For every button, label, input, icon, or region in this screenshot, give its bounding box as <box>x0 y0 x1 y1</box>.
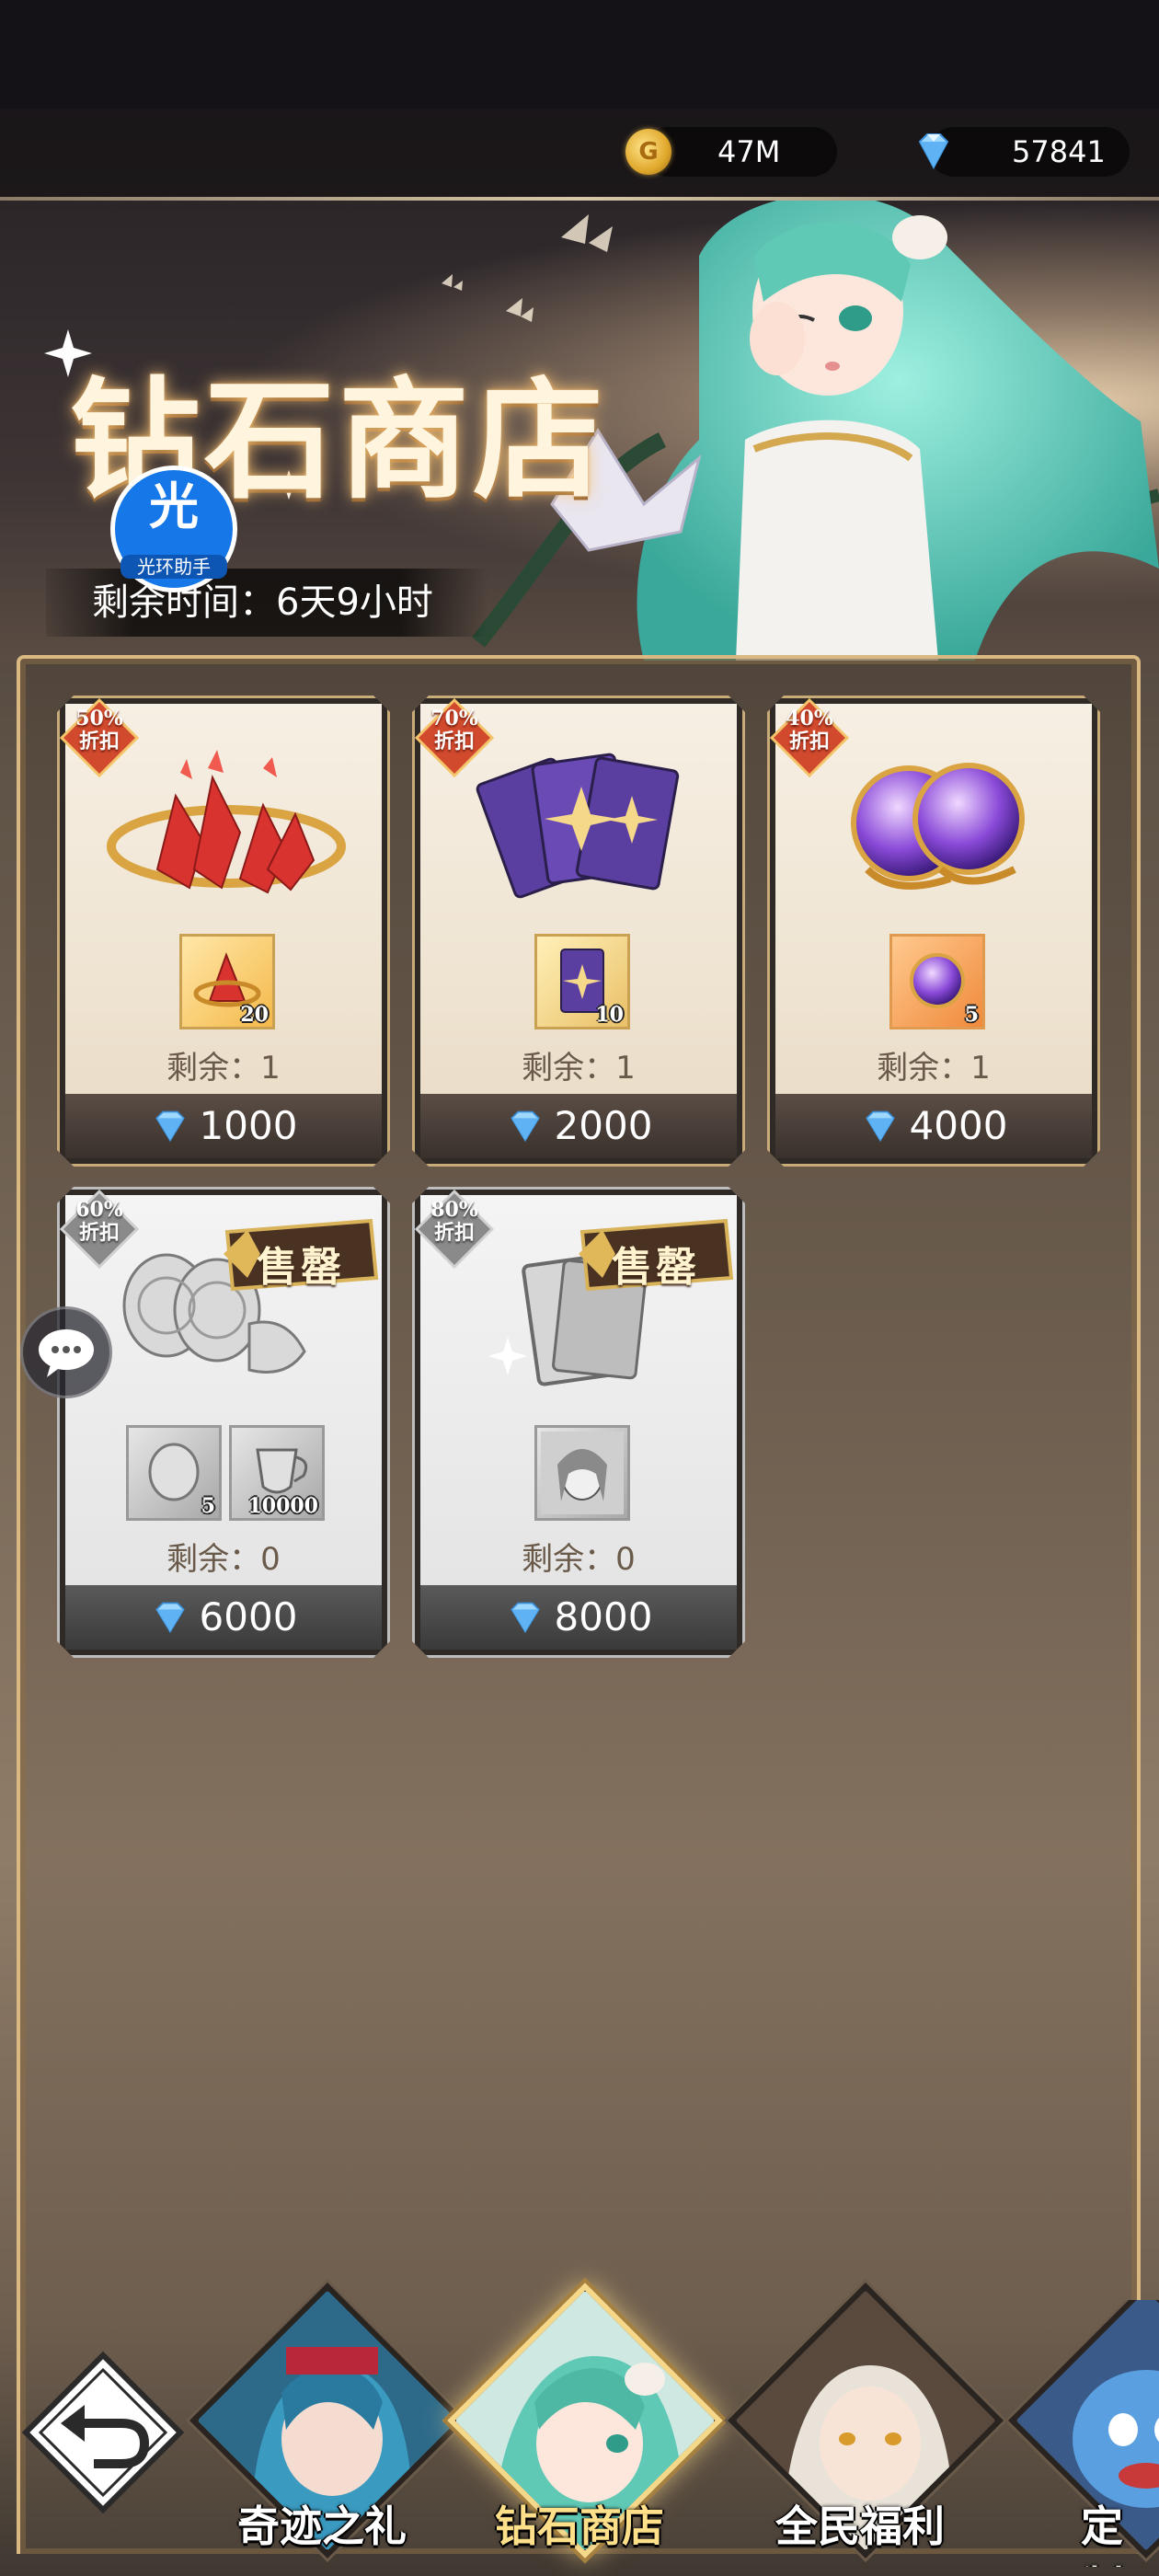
discount-percent: 70% <box>430 707 478 730</box>
chat-button[interactable] <box>20 1306 112 1398</box>
remaining-time: 剩余时间：6天9小时 <box>46 569 488 637</box>
item-slot[interactable]: 10 <box>534 934 630 1029</box>
price-button[interactable]: 1000 <box>65 1094 382 1158</box>
back-button[interactable] <box>20 2350 186 2515</box>
diamond-counter[interactable]: 57841 <box>918 127 1130 177</box>
sold-out-stamp: 售罄 <box>579 1213 735 1296</box>
discount-badge: 40% 折扣 <box>770 698 849 777</box>
tab-welfare[interactable]: 全民福利 <box>727 2283 1004 2567</box>
discount-label: 折扣 <box>78 1221 120 1245</box>
diamond-icon <box>150 1109 190 1144</box>
hero-portrait-icon <box>537 1428 627 1518</box>
price-button[interactable]: 2000 <box>420 1094 737 1158</box>
remaining-count: 剩余：0 <box>522 1541 636 1578</box>
discount-label: 折扣 <box>78 730 120 753</box>
item-quantity: 5 <box>964 1003 979 1027</box>
item-slot[interactable]: 10000 <box>229 1425 325 1521</box>
item-slot[interactable]: 5 <box>889 934 985 1029</box>
sold-out-label: 售罄 <box>612 1244 700 1291</box>
remaining-count: 剩余：1 <box>522 1050 636 1087</box>
assistant-glyph: 光 <box>149 477 199 535</box>
item-slot[interactable] <box>534 1425 630 1521</box>
discount-percent: 40% <box>786 707 833 730</box>
discount-label: 折扣 <box>433 1221 475 1245</box>
price-amount: 4000 <box>909 1103 1008 1148</box>
assistant-label: 光环助手 <box>120 555 227 579</box>
remaining-count: 剩余：1 <box>166 1050 281 1087</box>
diamond-icon <box>918 133 949 170</box>
price-amount: 2000 <box>554 1103 653 1148</box>
discount-percent: 60% <box>75 1198 123 1222</box>
back-arrow-icon <box>21 2351 185 2514</box>
discount-percent: 80% <box>430 1198 478 1222</box>
red-crystal-bundle-art <box>102 731 350 906</box>
discount-label: 折扣 <box>433 730 475 753</box>
purple-orb-art <box>812 731 1061 906</box>
tab-diamond-shop[interactable]: 钻石商店 <box>446 2283 723 2567</box>
price-amount: 6000 <box>199 1594 298 1639</box>
tab-miracle-gift[interactable]: 奇迹之礼 <box>189 2283 465 2567</box>
currency-bar: G 47M 57841 <box>0 109 1159 201</box>
bottom-navigation: 奇迹之礼 钻石商店 全民福利 定制 <box>0 2283 1159 2576</box>
diamond-icon <box>150 1600 190 1635</box>
remaining-count: 剩余：1 <box>877 1050 991 1087</box>
price-amount: 8000 <box>554 1594 653 1639</box>
tab-label: 定制 <box>1081 2501 1123 2567</box>
diamond-amount: 57841 <box>1012 134 1106 169</box>
shop-item-card[interactable]: 5 剩余：1 4000 40% 折扣 <box>767 696 1100 1167</box>
shop-item-card[interactable]: 20 剩余：1 1000 50% 折扣 <box>57 696 390 1167</box>
tab-label: 奇迹之礼 <box>237 2501 407 2551</box>
price-amount: 1000 <box>199 1103 298 1148</box>
discount-badge: 50% 折扣 <box>60 698 139 777</box>
gold-counter[interactable]: G 47M <box>625 127 837 177</box>
discount-badge: 60% 折扣 <box>60 1190 139 1269</box>
item-quantity: 10000 <box>247 1494 318 1518</box>
price-button[interactable]: 6000 <box>65 1585 382 1650</box>
discount-percent: 50% <box>75 707 123 730</box>
assistant-badge[interactable]: 光 光环助手 <box>110 466 237 592</box>
sold-out-label: 售罄 <box>257 1244 345 1291</box>
diamond-icon <box>505 1109 545 1144</box>
discount-badge: 70% 折扣 <box>415 698 494 777</box>
item-quantity: 10 <box>595 1003 624 1027</box>
remaining-count: 剩余：0 <box>166 1541 281 1578</box>
tab-custom[interactable]: 定制 <box>1007 2300 1159 2567</box>
diamond-icon <box>505 1600 545 1635</box>
status-bar <box>0 0 1159 109</box>
item-quantity: 5 <box>201 1494 215 1518</box>
gold-amount: 47M <box>717 134 781 169</box>
sold-out-stamp: 售罄 <box>224 1213 380 1296</box>
diamond-icon <box>860 1109 901 1144</box>
tab-label: 钻石商店 <box>495 2501 664 2551</box>
price-button[interactable]: 4000 <box>775 1094 1092 1158</box>
item-quantity: 20 <box>240 1003 269 1027</box>
shop-item-card[interactable]: 剩余：0 8000 80% 折扣 售罄 <box>412 1187 745 1658</box>
item-slot[interactable]: 20 <box>179 934 275 1029</box>
coin-icon: G <box>625 129 671 175</box>
shop-item-card[interactable]: 10 剩余：1 2000 70% 折扣 <box>412 696 745 1167</box>
price-button[interactable]: 8000 <box>420 1585 737 1650</box>
chat-icon <box>39 1329 94 1377</box>
discount-label: 折扣 <box>788 730 830 753</box>
discount-badge: 80% 折扣 <box>415 1190 494 1269</box>
shop-item-card[interactable]: 5 10000 剩余：0 6000 60% 折扣 售罄 <box>57 1187 390 1658</box>
item-slot[interactable]: 5 <box>126 1425 222 1521</box>
tab-label: 全民福利 <box>775 2501 945 2551</box>
purple-card-pack-art <box>457 731 706 906</box>
